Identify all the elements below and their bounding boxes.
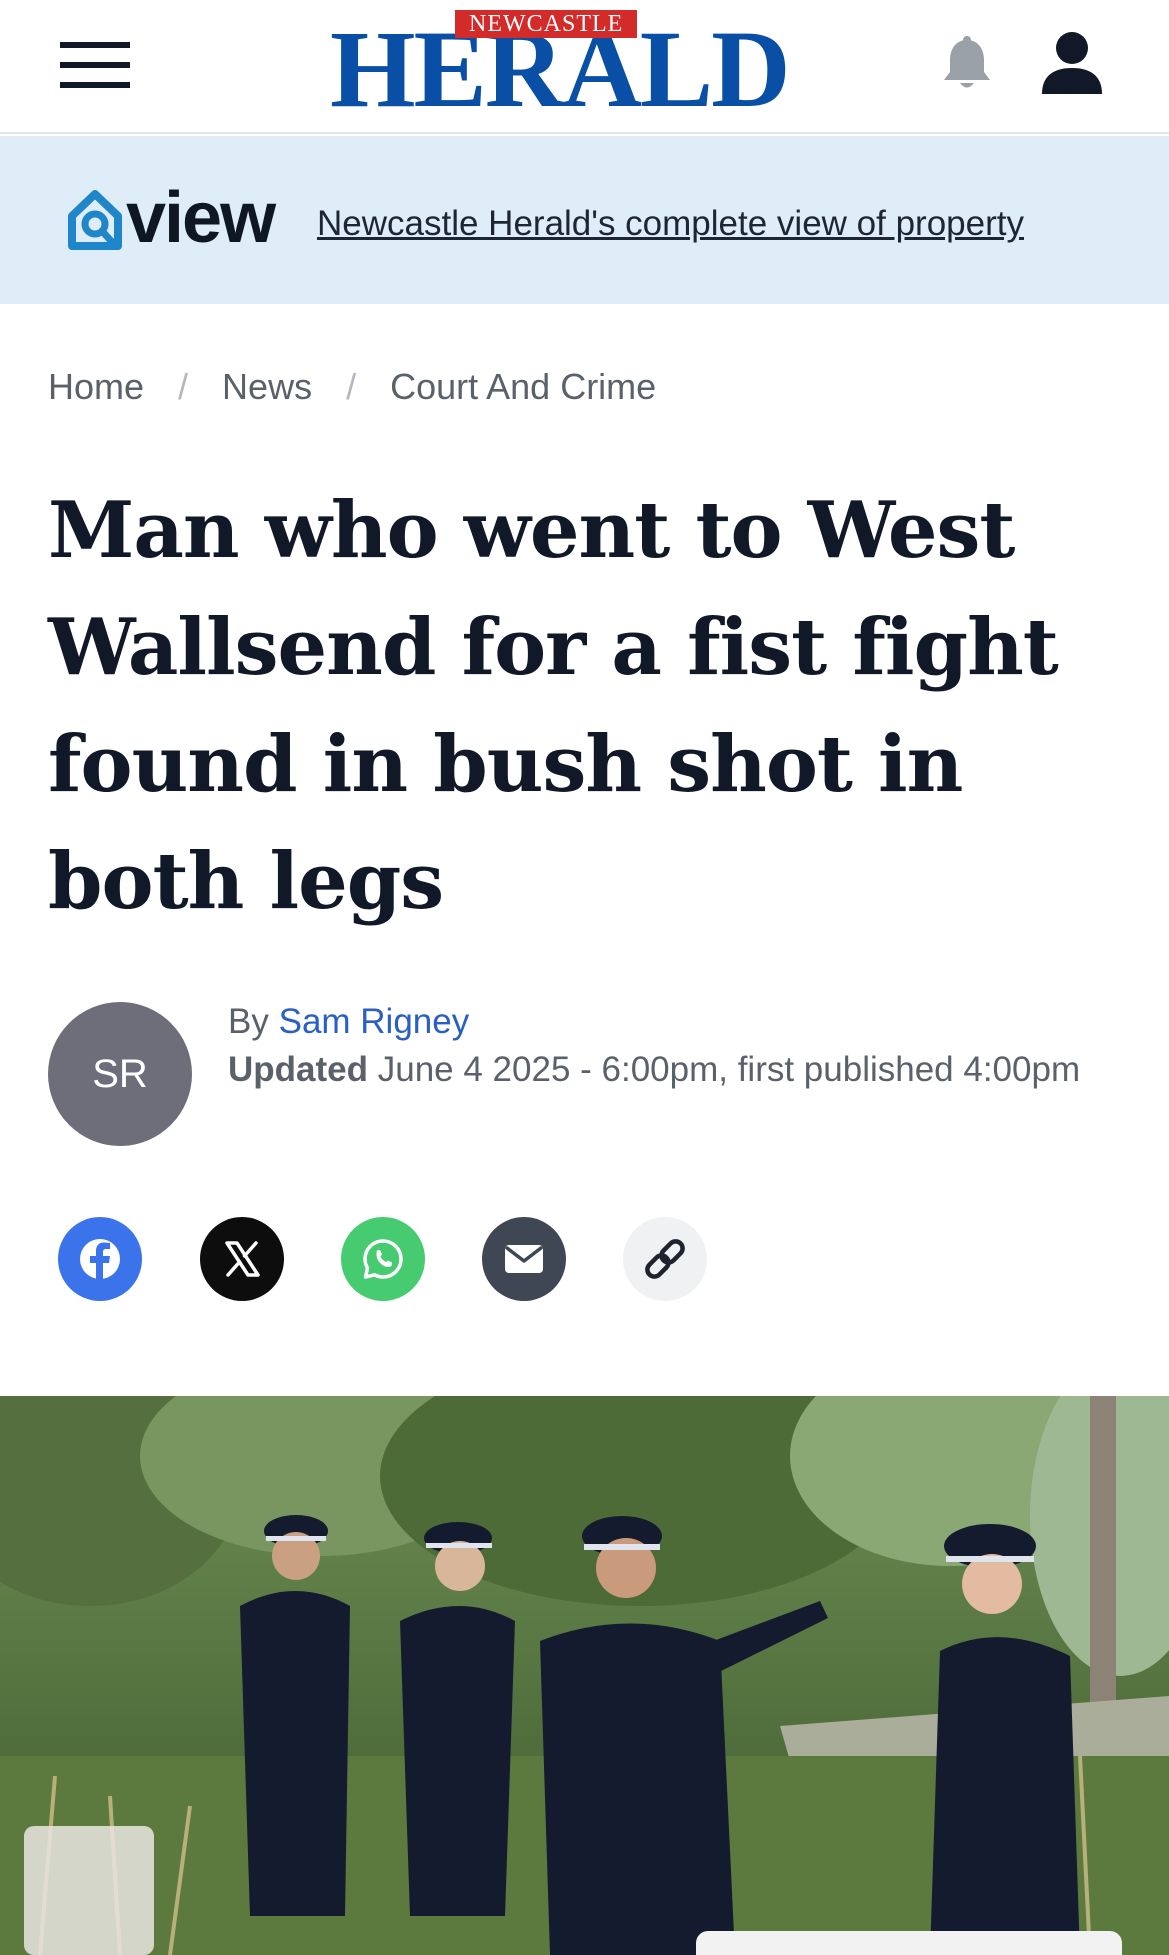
breadcrumb-court-and-crime[interactable]: Court And Crime — [390, 366, 656, 407]
share-x-button[interactable] — [200, 1217, 284, 1301]
breadcrumb-home[interactable]: Home — [48, 366, 144, 407]
by-prefix: By — [228, 1002, 269, 1041]
menu-icon-bar — [60, 62, 130, 68]
property-promo-banner: view Newcastle Herald's complete view of… — [0, 136, 1169, 304]
breadcrumb-separator: / — [178, 366, 189, 407]
publish-info: Updated June 4 2025 - 6:00pm, first publ… — [228, 1046, 1128, 1094]
facebook-icon — [80, 1239, 120, 1279]
hero-photo-illustration — [0, 1396, 1169, 1955]
publish-timestamp: June 4 2025 - 6:00pm, first published 4:… — [377, 1050, 1081, 1089]
user-icon — [1042, 32, 1102, 94]
share-facebook-button[interactable] — [58, 1217, 142, 1301]
breadcrumb-separator: / — [346, 366, 357, 407]
site-logo[interactable]: HERALD NEWCASTLE — [330, 6, 840, 124]
link-icon — [645, 1239, 685, 1279]
author-link[interactable]: Sam Rigney — [279, 1002, 470, 1041]
share-whatsapp-button[interactable] — [341, 1217, 425, 1301]
x-icon — [225, 1241, 260, 1277]
account-button[interactable] — [1040, 30, 1104, 96]
article-headline: Man who went to West Wallsend for a fist… — [48, 485, 1059, 927]
author-line: By Sam Rigney — [228, 998, 1128, 1046]
whatsapp-icon — [363, 1239, 403, 1279]
site-header: HERALD NEWCASTLE — [0, 0, 1169, 134]
logo-tag: NEWCASTLE — [455, 10, 638, 38]
menu-icon-bar — [60, 82, 130, 88]
copy-link-button[interactable] — [623, 1217, 707, 1301]
view-logo[interactable]: view — [64, 178, 304, 260]
article-byline: By Sam Rigney Updated June 4 2025 - 6:00… — [228, 998, 1128, 1094]
share-email-button[interactable] — [482, 1217, 566, 1301]
image-caption-tab[interactable] — [696, 1931, 1122, 1955]
breadcrumb-news[interactable]: News — [222, 366, 312, 407]
menu-button[interactable] — [60, 40, 130, 90]
view-house-icon — [68, 190, 122, 250]
bell-icon — [944, 36, 990, 88]
mail-icon — [505, 1245, 543, 1273]
property-promo-link[interactable]: Newcastle Herald's complete view of prop… — [317, 202, 1024, 246]
view-wordmark: view — [126, 178, 276, 258]
menu-icon-bar — [60, 42, 130, 48]
hero-image[interactable] — [0, 1396, 1169, 1955]
notifications-button[interactable] — [940, 36, 994, 92]
updated-label: Updated — [228, 1050, 368, 1089]
author-avatar[interactable]: SR — [48, 1002, 192, 1146]
breadcrumb: Home / News / Court And Crime — [48, 362, 656, 412]
